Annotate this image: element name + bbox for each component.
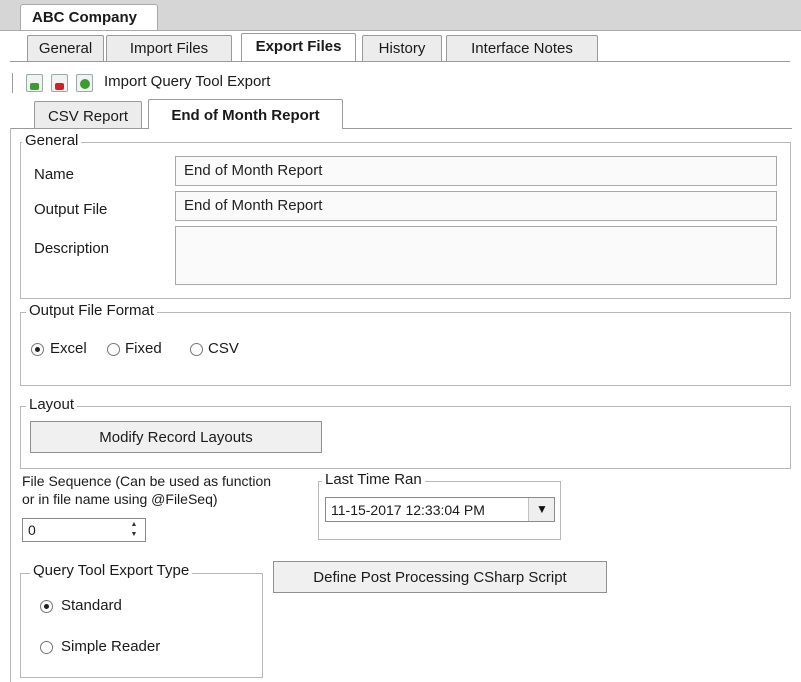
tab-interface-notes[interactable]: Interface Notes (446, 35, 598, 61)
toolbar-separator (12, 73, 13, 93)
name-label: Name (34, 166, 75, 183)
tab-import-files[interactable]: Import Files (106, 35, 232, 61)
define-post-processing-script-button[interactable]: Define Post Processing CSharp Script (273, 561, 607, 593)
excel-radio[interactable] (31, 343, 44, 356)
company-tab[interactable]: ABC Company (20, 4, 158, 31)
dropdown-button[interactable]: ▼ (528, 498, 554, 521)
description-input[interactable] (175, 226, 777, 285)
spin-up-icon[interactable]: ▲ (127, 520, 141, 529)
tabs-divider (10, 61, 790, 62)
delete-export-icon[interactable] (51, 74, 68, 92)
subtab-end-of-month-report[interactable]: End of Month Report (148, 99, 343, 129)
standard-radio[interactable] (40, 600, 53, 613)
add-export-icon[interactable] (26, 74, 43, 92)
import-query-icon[interactable] (76, 74, 93, 92)
subtab-csv-report[interactable]: CSV Report (34, 101, 142, 129)
divider (0, 30, 801, 31)
last-time-ran-group-title: Last Time Ran (322, 471, 425, 488)
output-file-input[interactable]: End of Month Report (175, 191, 777, 221)
modify-record-layouts-button[interactable]: Modify Record Layouts (30, 421, 322, 453)
output-file-label: Output File (34, 201, 108, 218)
file-sequence-label-line2: or in file name using @FileSeq) (22, 491, 218, 507)
simple-reader-radio[interactable] (40, 641, 53, 654)
csv-radio-label[interactable]: CSV (208, 340, 239, 357)
fixed-radio[interactable] (107, 343, 120, 356)
tab-history[interactable]: History (362, 35, 442, 61)
file-sequence-label-line1: File Sequence (Can be used as function (22, 473, 272, 489)
layout-group-title: Layout (26, 396, 78, 413)
excel-radio-label[interactable]: Excel (50, 340, 87, 357)
general-group-title: General (22, 132, 82, 149)
tab-general[interactable]: General (27, 35, 104, 61)
name-input[interactable]: End of Month Report (175, 156, 777, 186)
panel-border (10, 128, 11, 682)
description-label: Description (34, 240, 110, 257)
output-format-group-title: Output File Format (26, 302, 158, 319)
query-export-type-group-title: Query Tool Export Type (30, 562, 193, 579)
chevron-down-icon: ▼ (536, 502, 548, 516)
file-sequence-value: 0 (28, 522, 36, 538)
standard-radio-label[interactable]: Standard (61, 597, 122, 614)
tab-export-files[interactable]: Export Files (241, 33, 356, 61)
subtabs-divider (10, 128, 792, 129)
spin-down-icon[interactable]: ▼ (127, 530, 141, 539)
fixed-radio-label[interactable]: Fixed (125, 340, 162, 357)
simple-reader-radio-label[interactable]: Simple Reader (61, 638, 160, 655)
file-sequence-spinner[interactable]: 0 ▲ ▼ (22, 518, 146, 542)
import-query-tool-export-button[interactable]: Import Query Tool Export (104, 73, 270, 90)
last-time-ran-value: 11-15-2017 12:33:04 PM (331, 502, 485, 518)
last-time-ran-select[interactable]: 11-15-2017 12:33:04 PM ▼ (325, 497, 555, 522)
csv-radio[interactable] (190, 343, 203, 356)
query-export-type-group (20, 573, 263, 678)
